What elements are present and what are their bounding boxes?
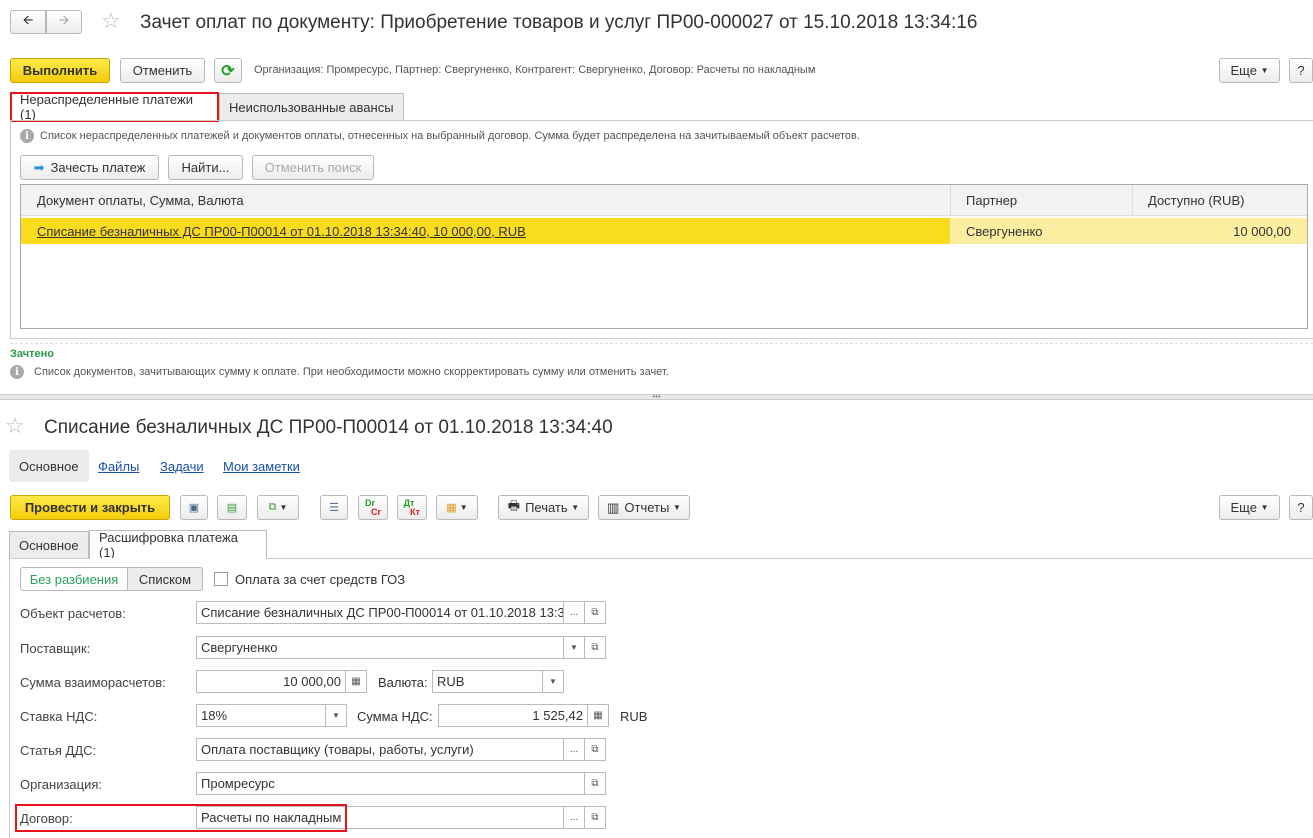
supplier-dropdown-button[interactable]: ▼	[563, 636, 585, 659]
tab-doc-main[interactable]: Основное	[9, 531, 89, 559]
more-button[interactable]: Еще ▼	[1219, 58, 1280, 83]
column-header-partner[interactable]: Партнер	[966, 193, 1017, 208]
nav-main[interactable]: Основное	[9, 450, 89, 482]
printer-icon: 🖶	[507, 497, 521, 513]
structure-button[interactable]: ☰	[320, 495, 348, 520]
save-button[interactable]: ▣	[180, 495, 208, 520]
favorite-star-icon[interactable]: ☆	[5, 413, 25, 439]
back-button[interactable]: 🡨	[10, 10, 46, 34]
dds-field[interactable]: Оплата поставщику (товары, работы, услуг…	[196, 738, 564, 761]
execute-button[interactable]: Выполнить	[10, 58, 110, 83]
highlight-frame	[10, 92, 219, 122]
supplier-field[interactable]: Свергуненко	[196, 636, 564, 659]
arrow-right-icon: ➡	[33, 159, 45, 175]
vat-rate-label: Ставка НДС:	[20, 709, 98, 724]
nav-tasks[interactable]: Задачи	[160, 459, 204, 474]
find-button[interactable]: Найти...	[168, 155, 243, 180]
calculator-icon[interactable]: ▦	[345, 670, 367, 693]
splitter[interactable]: •••	[0, 393, 1313, 401]
cancel-button[interactable]: Отменить	[120, 58, 205, 83]
nav-files[interactable]: Файлы	[98, 459, 139, 474]
post-and-close-button[interactable]: Провести и закрыть	[10, 495, 170, 520]
refresh-icon: ⟳	[221, 62, 235, 80]
org-field[interactable]: Промресурс	[196, 772, 585, 795]
cell-document[interactable]: Списание безналичных ДС ПР00-П00014 от 0…	[37, 224, 526, 239]
dds-label: Статья ДДС:	[20, 743, 97, 758]
object-open-button[interactable]: ⧉	[584, 601, 606, 624]
table-row[interactable]: Списание безналичных ДС ПР00-П00014 от 0…	[21, 218, 1307, 244]
unallocated-info: i Список нераспределенных платежей и доку…	[20, 129, 860, 143]
currency-label: Валюта:	[378, 675, 428, 690]
tab-unused-advances[interactable]: Неиспользованные авансы	[219, 93, 404, 121]
save-icon: ▣	[188, 502, 200, 514]
column-header-document[interactable]: Документ оплаты, Сумма, Валюта	[37, 193, 244, 208]
post-document-icon: ▤	[226, 502, 238, 514]
nav-notes[interactable]: Мои заметки	[223, 459, 300, 474]
favorite-star-icon[interactable]: ☆	[101, 8, 121, 34]
refresh-button[interactable]: ⟳	[214, 58, 242, 83]
sum-label: Сумма взаиморасчетов:	[20, 675, 166, 690]
create-based-icon: ⧉	[268, 501, 277, 513]
supplier-open-button[interactable]: ⧉	[584, 636, 606, 659]
contract-select-button[interactable]: ...	[563, 806, 585, 829]
credited-info: i Список документов, зачитывающих сумму к…	[10, 365, 669, 379]
org-label: Организация:	[20, 777, 103, 792]
vat-sum-label: Сумма НДС:	[357, 709, 433, 724]
dt-kt-button[interactable]: Дт Кт	[397, 495, 427, 520]
document-title: Списание безналичных ДС ПР00-П00014 от 0…	[44, 417, 613, 438]
object-select-button[interactable]: ...	[563, 601, 585, 624]
info-icon: i	[10, 365, 24, 379]
sum-field[interactable]: 10 000,00	[196, 670, 346, 693]
vat-sum-field[interactable]: 1 525,42	[438, 704, 588, 727]
doc-more-button[interactable]: Еще ▼	[1219, 495, 1280, 520]
table-header: Документ оплаты, Сумма, Валюта Партнер Д…	[21, 185, 1307, 216]
contract-open-button[interactable]: ⧉	[584, 806, 606, 829]
currency-dropdown-button[interactable]: ▼	[542, 670, 564, 693]
currency-field[interactable]: RUB	[432, 670, 544, 693]
mode-list[interactable]: Списком	[127, 567, 203, 591]
vat-currency: RUB	[620, 709, 648, 724]
highlight-frame	[15, 804, 347, 832]
supplier-label: Поставщик:	[20, 641, 91, 656]
filter-text: Организация: Промресурс, Партнер: Свергу…	[254, 64, 816, 76]
credited-title: Зачтено	[10, 348, 54, 360]
report-icon: ▥	[607, 499, 620, 515]
org-open-button[interactable]: ⧉	[584, 772, 606, 795]
print-button[interactable]: 🖶 Печать ▼	[498, 495, 589, 520]
column-header-available[interactable]: Доступно (RUB)	[1148, 193, 1244, 208]
cell-available: 10 000,00	[1233, 224, 1291, 239]
payments-table: Документ оплаты, Сумма, Валюта Партнер Д…	[20, 184, 1308, 329]
calculator-icon[interactable]: ▦	[587, 704, 609, 727]
vat-rate-field[interactable]: 18%	[196, 704, 326, 727]
info-icon: i	[20, 129, 34, 143]
reports-button[interactable]: ▥ Отчеты ▼	[598, 495, 690, 520]
goz-label: Оплата за счет средств ГОЗ	[235, 572, 406, 587]
object-field[interactable]: Списание безналичных ДС ПР00-П00014 от 0…	[196, 601, 564, 624]
mode-no-split[interactable]: Без разбиения	[20, 567, 128, 591]
help-button[interactable]: ?	[1289, 58, 1313, 83]
offset-payment-button[interactable]: ➡ Зачесть платеж	[20, 155, 159, 180]
goz-checkbox[interactable]	[214, 572, 228, 586]
tab-payment-breakdown[interactable]: Расшифровка платежа (1)	[89, 530, 267, 560]
doc-help-button[interactable]: ?	[1289, 495, 1313, 520]
dds-open-button[interactable]: ⧉	[584, 738, 606, 761]
vat-rate-dropdown-button[interactable]: ▼	[325, 704, 347, 727]
cell-partner: Свергуненко	[966, 224, 1043, 239]
object-label: Объект расчетов:	[20, 606, 126, 621]
list-icon: ☰	[329, 502, 339, 514]
forward-button[interactable]: 🡪	[46, 10, 82, 34]
dds-select-button[interactable]: ...	[563, 738, 585, 761]
post-button[interactable]: ▤	[217, 495, 247, 520]
cancel-search-button[interactable]: Отменить поиск	[252, 155, 374, 180]
document-clock-icon: ▦	[446, 502, 457, 514]
dr-cr-button[interactable]: Dr Cr	[358, 495, 388, 520]
page-title: Зачет оплат по документу: Приобретение т…	[140, 12, 978, 33]
attachments-button[interactable]: ▦ ▼	[436, 495, 478, 520]
create-based-on-button[interactable]: ⧉ ▼	[257, 495, 299, 520]
